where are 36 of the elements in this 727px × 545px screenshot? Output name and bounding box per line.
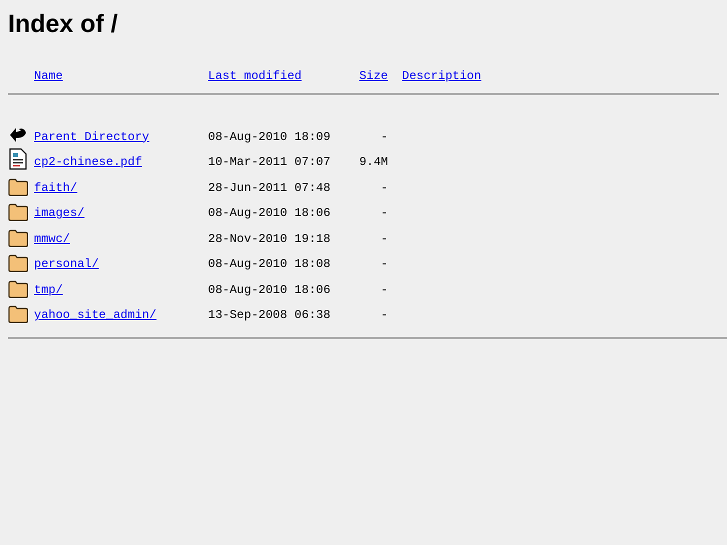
folder-icon: [8, 228, 28, 246]
modified-date: 13-Sep-2008 06:38: [208, 307, 330, 324]
file-size: 9.4M: [359, 154, 388, 171]
modified-date: 28-Nov-2010 19:18: [208, 230, 330, 248]
modified-date: 10-Mar-2011 07:07: [208, 154, 330, 171]
entry-link[interactable]: yahoo_site_admin/: [34, 306, 156, 325]
entry-link[interactable]: Parent Directory: [34, 128, 150, 146]
modified-date: 08-Aug-2010 18:08: [208, 256, 330, 273]
column-header-link[interactable]: Last modified: [208, 67, 302, 85]
page-title: Index of /: [8, 9, 118, 37]
folder-icon: [8, 254, 28, 272]
entry-link[interactable]: personal/: [34, 255, 99, 274]
folder-icon: [8, 280, 28, 298]
file-size: -: [380, 180, 388, 196]
column-header-link[interactable]: Size: [359, 67, 388, 85]
column-header-link[interactable]: Description: [402, 67, 482, 85]
file-size: -: [380, 128, 388, 146]
modified-date: 28-Jun-2011 07:48: [208, 180, 330, 196]
folder-icon: [8, 178, 28, 196]
document-icon: [8, 148, 28, 170]
file-size: -: [380, 307, 388, 324]
folder-icon: [8, 203, 28, 221]
file-size: -: [380, 282, 388, 298]
entry-link[interactable]: cp2-chinese.pdf: [34, 153, 142, 172]
entry-link[interactable]: faith/: [34, 178, 78, 198]
entry-link[interactable]: tmp/: [34, 280, 63, 300]
file-size: -: [380, 230, 388, 248]
entry-link[interactable]: images/: [34, 204, 84, 223]
entry-link[interactable]: mmwc/: [34, 230, 70, 248]
file-size: -: [380, 205, 388, 222]
modified-date: 08-Aug-2010 18:06: [208, 282, 330, 298]
modified-date: 08-Aug-2010 18:09: [208, 128, 330, 146]
column-header-link[interactable]: Name: [34, 67, 63, 85]
file-size: -: [380, 256, 388, 273]
modified-date: 08-Aug-2010 18:06: [208, 205, 330, 222]
folder-icon: [8, 305, 28, 323]
